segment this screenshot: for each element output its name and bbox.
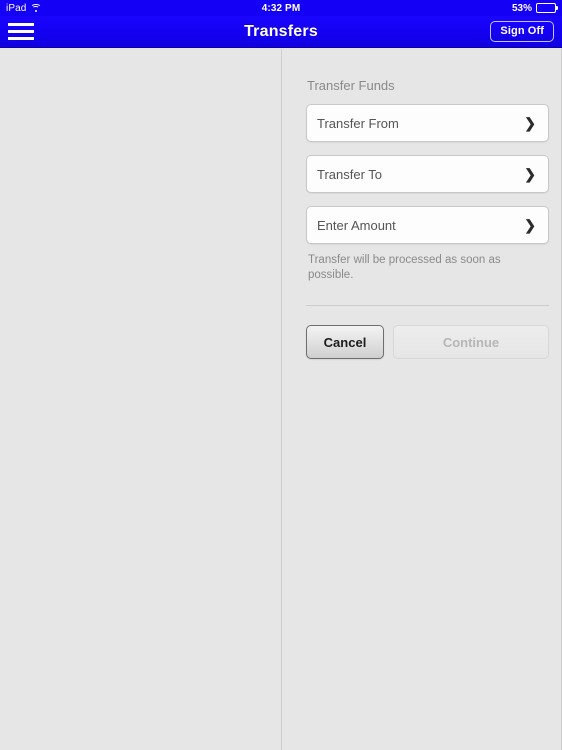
transfer-form-pane: Transfer Funds Transfer From ❯ Transfer …	[283, 49, 562, 750]
battery-icon	[536, 3, 558, 13]
transfer-to-field[interactable]: Transfer To ❯	[306, 155, 549, 193]
transfer-from-field[interactable]: Transfer From ❯	[306, 104, 549, 142]
divider	[306, 305, 549, 306]
transfer-to-label: Transfer To	[317, 166, 383, 182]
status-bar-left: iPad	[6, 2, 42, 14]
battery-percent-label: 53%	[511, 2, 532, 14]
continue-button: Continue	[393, 325, 549, 359]
transfer-from-label: Transfer From	[317, 115, 399, 131]
content-area: Transfer Funds Transfer From ❯ Transfer …	[0, 49, 562, 750]
wifi-icon	[30, 3, 42, 13]
status-bar-right: 53%	[511, 2, 558, 14]
sign-off-button[interactable]: Sign Off	[490, 21, 554, 42]
page-title: Transfers	[244, 22, 318, 40]
enter-amount-field[interactable]: Enter Amount ❯	[306, 206, 549, 244]
chevron-right-icon: ❯	[524, 217, 536, 233]
section-title: Transfer Funds	[307, 78, 395, 93]
cancel-button[interactable]: Cancel	[306, 325, 384, 359]
helper-text: Transfer will be processed as soon as po…	[308, 254, 501, 282]
chevron-right-icon: ❯	[524, 166, 536, 182]
status-time: 4:32 PM	[261, 2, 301, 14]
left-empty-pane	[0, 49, 282, 750]
hamburger-menu-icon[interactable]	[8, 21, 34, 43]
chevron-right-icon: ❯	[524, 115, 536, 131]
status-device-label: iPad	[6, 2, 27, 14]
status-bar: iPad 4:32 PM 53%	[0, 0, 562, 16]
navigation-bar: Transfers Sign Off	[0, 16, 562, 48]
enter-amount-label: Enter Amount	[317, 217, 396, 233]
